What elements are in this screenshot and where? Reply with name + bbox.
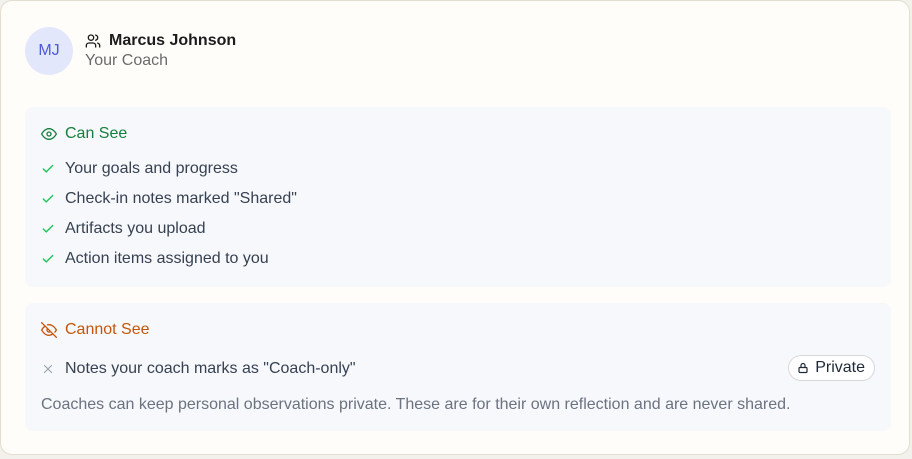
- lock-icon: [798, 362, 808, 374]
- check-icon: [42, 224, 54, 233]
- can-see-panel: Can See Your goals and progress Check-in…: [25, 107, 891, 287]
- can-see-item: Check-in notes marked "Shared": [41, 190, 297, 208]
- coach-role: Your Coach: [85, 52, 169, 69]
- coach-header: MJ Marcus Johnson Your Coach: [25, 27, 236, 75]
- private-badge-label: Private: [815, 359, 865, 376]
- privacy-note: Coaches can keep personal observations p…: [41, 396, 791, 413]
- users-icon: [85, 34, 101, 48]
- private-badge: Private: [788, 355, 875, 381]
- cannot-see-item-label: Notes your coach marks as "Coach-only": [65, 360, 356, 377]
- cannot-see-panel: Cannot See Notes your coach marks as "Co…: [25, 303, 891, 431]
- coach-name: Marcus Johnson: [109, 32, 237, 49]
- can-see-item: Artifacts you upload: [41, 220, 206, 238]
- cannot-see-title: Cannot See: [65, 321, 150, 338]
- coach-name-row: Marcus Johnson: [85, 32, 236, 50]
- eye-off-icon: [41, 322, 57, 338]
- x-icon: [43, 364, 53, 374]
- can-see-item-label: Action items assigned to you: [65, 250, 269, 267]
- coach-info: Marcus Johnson Your Coach: [85, 32, 236, 70]
- can-see-item: Action items assigned to you: [41, 250, 269, 268]
- can-see-item-label: Artifacts you upload: [65, 220, 206, 237]
- check-icon: [42, 194, 54, 203]
- avatar-initials: MJ: [38, 42, 60, 59]
- can-see-heading: Can See: [41, 125, 127, 143]
- can-see-item-label: Your goals and progress: [65, 160, 238, 177]
- cannot-see-heading: Cannot See: [41, 321, 150, 339]
- check-icon: [42, 164, 54, 173]
- eye-icon: [41, 127, 57, 140]
- can-see-item: Your goals and progress: [41, 160, 238, 178]
- coach-visibility-card: MJ Marcus Johnson Your Coach Can See You…: [0, 0, 910, 455]
- avatar: MJ: [25, 27, 73, 75]
- cannot-see-item: Notes your coach marks as "Coach-only": [41, 360, 356, 378]
- check-icon: [42, 254, 54, 263]
- can-see-title: Can See: [65, 125, 128, 142]
- can-see-item-label: Check-in notes marked "Shared": [65, 190, 297, 207]
